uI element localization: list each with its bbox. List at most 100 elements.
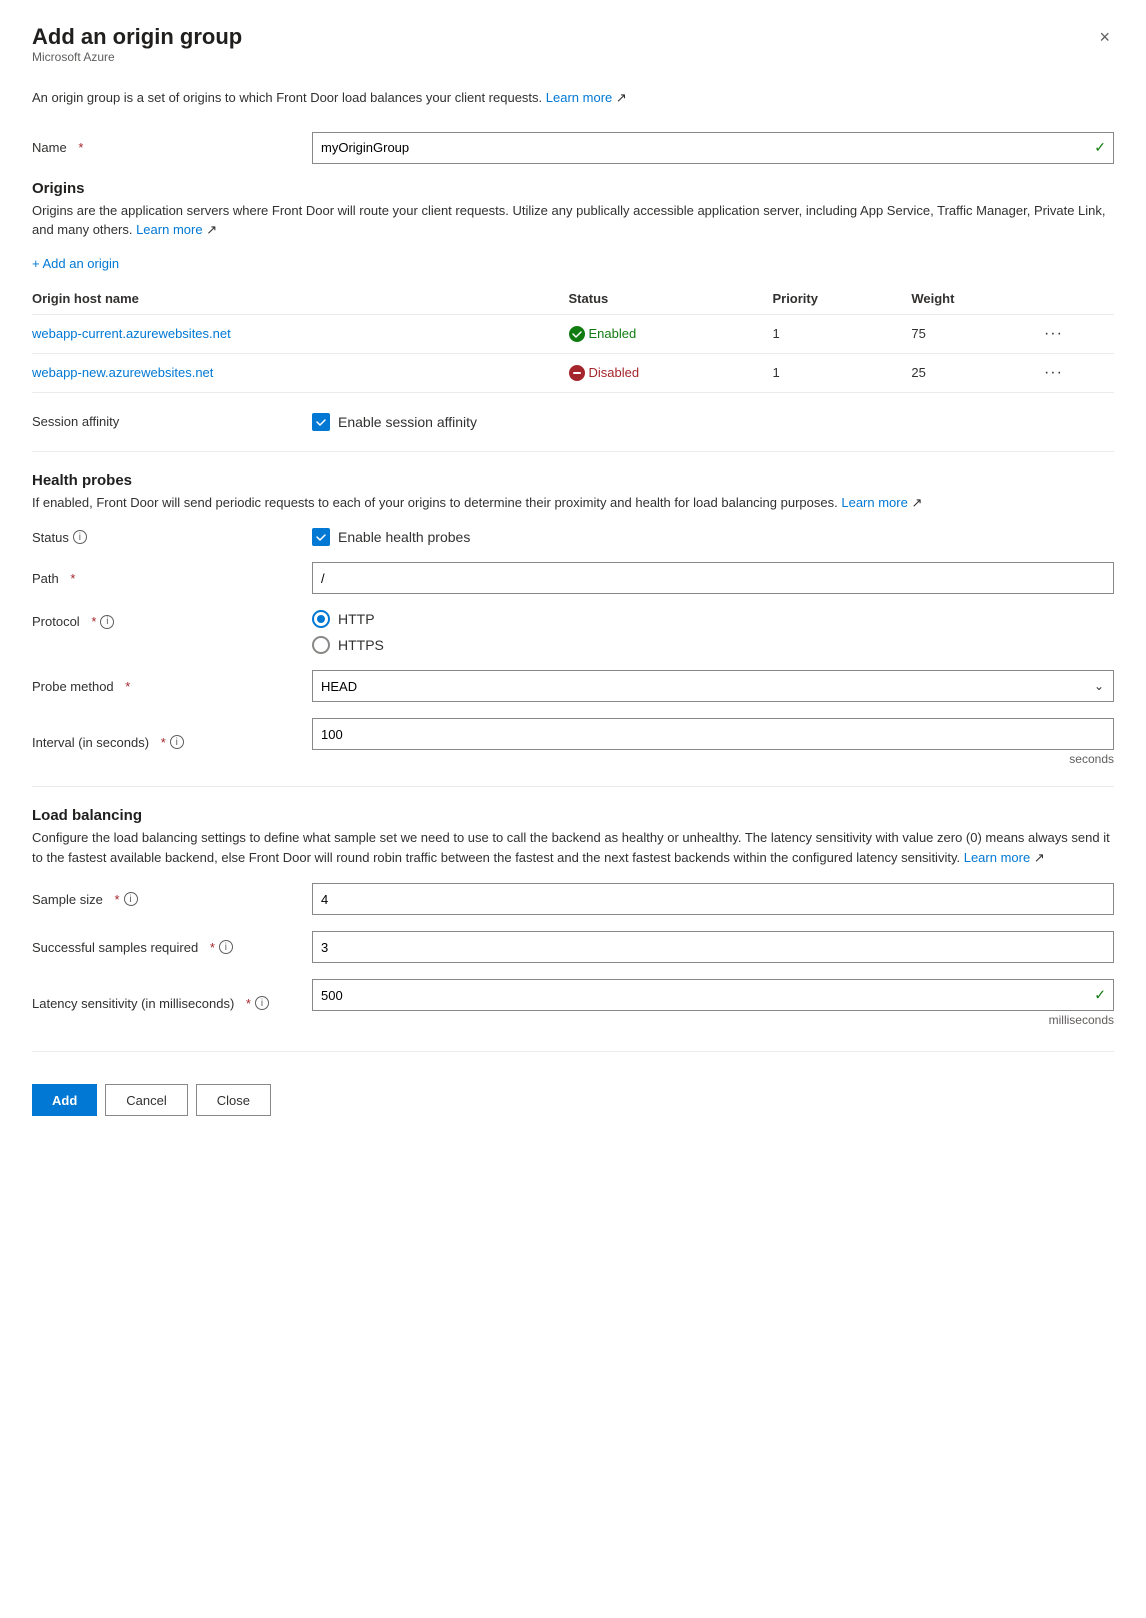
health-probe-checkbox-row: Enable health probes xyxy=(312,528,1114,546)
origin-host-link-1[interactable]: webapp-current.azurewebsites.net xyxy=(32,326,231,341)
add-button[interactable]: Add xyxy=(32,1084,97,1116)
load-balancing-description: Configure the load balancing settings to… xyxy=(32,828,1114,867)
load-balancing-title: Load balancing xyxy=(32,807,1114,824)
session-affinity-row: Session affinity Enable session affinity xyxy=(32,413,1114,431)
name-label: Name * xyxy=(32,140,312,155)
close-button[interactable]: Close xyxy=(196,1084,271,1116)
probe-method-select-wrapper: HEAD GET ⌄ xyxy=(312,670,1114,702)
protocol-required-star: * xyxy=(91,614,96,629)
health-probes-section: Health probes If enabled, Front Door wil… xyxy=(32,472,1114,767)
latency-required-star: * xyxy=(246,996,251,1011)
latency-input-wrapper: ✓ xyxy=(312,979,1114,1011)
col-status: Status xyxy=(569,283,773,315)
health-probe-path-label: Path * xyxy=(32,571,312,586)
check-circle-icon xyxy=(569,326,585,342)
health-probes-description: If enabled, Front Door will send periodi… xyxy=(32,493,1114,513)
successful-samples-input[interactable] xyxy=(312,931,1114,963)
origin-host-link-2[interactable]: webapp-new.azurewebsites.net xyxy=(32,365,213,380)
path-required-star: * xyxy=(70,571,75,586)
health-probe-protocol-label: Protocol * i xyxy=(32,610,312,629)
load-balancing-section: Load balancing Configure the load balanc… xyxy=(32,807,1114,1027)
sample-size-info-icon[interactable]: i xyxy=(124,892,138,906)
latency-row: Latency sensitivity (in milliseconds) * … xyxy=(32,979,1114,1027)
table-row: webapp-new.azurewebsites.net Disabled 1 … xyxy=(32,353,1114,392)
close-icon[interactable]: × xyxy=(1095,24,1114,50)
session-affinity-label: Session affinity xyxy=(32,414,312,429)
health-probe-protocol-row: Protocol * i HTTP HTTPS xyxy=(32,610,1114,654)
protocol-radio-group: HTTP HTTPS xyxy=(312,610,1114,654)
panel-title: Add an origin group xyxy=(32,24,242,50)
col-priority: Priority xyxy=(772,283,911,315)
status-enabled-1: Enabled xyxy=(569,326,765,342)
probe-method-label: Probe method * xyxy=(32,679,312,694)
sample-size-input[interactable] xyxy=(312,883,1114,915)
session-affinity-checkbox-label: Enable session affinity xyxy=(338,414,477,430)
health-probe-path-control xyxy=(312,562,1114,594)
health-probe-checkbox[interactable] xyxy=(312,528,330,546)
sample-size-label: Sample size * i xyxy=(32,892,312,907)
name-input-wrapper: ✓ xyxy=(312,132,1114,164)
radio-inner-dot xyxy=(317,615,325,623)
session-affinity-checkbox-row: Enable session affinity xyxy=(312,413,1114,431)
health-probes-title: Health probes xyxy=(32,472,1114,489)
row-more-button-2[interactable]: ··· xyxy=(1044,364,1063,382)
origins-description: Origins are the application servers wher… xyxy=(32,201,1114,240)
health-probe-path-input[interactable] xyxy=(312,562,1114,594)
interval-input[interactable] xyxy=(312,718,1114,750)
protocol-http-radio[interactable] xyxy=(312,610,330,628)
successful-samples-info-icon[interactable]: i xyxy=(219,940,233,954)
col-actions xyxy=(1044,283,1114,315)
cancel-button[interactable]: Cancel xyxy=(105,1084,187,1116)
protocol-info-icon[interactable]: i xyxy=(100,615,114,629)
health-probe-path-row: Path * xyxy=(32,562,1114,594)
load-balancing-learn-more-link[interactable]: Learn more xyxy=(964,850,1030,865)
health-probe-status-control: Enable health probes xyxy=(312,528,1114,546)
add-origin-group-panel: Add an origin group Microsoft Azure × An… xyxy=(0,0,1146,1148)
interval-control: seconds xyxy=(312,718,1114,766)
col-host: Origin host name xyxy=(32,283,569,315)
description-learn-more-link[interactable]: Learn more xyxy=(546,90,612,105)
session-affinity-control: Enable session affinity xyxy=(312,413,1114,431)
add-origin-button[interactable]: + Add an origin xyxy=(32,256,119,271)
latency-label: Latency sensitivity (in milliseconds) * … xyxy=(32,996,312,1011)
probe-method-control: HEAD GET ⌄ xyxy=(312,670,1114,702)
interval-label: Interval (in seconds) * i xyxy=(32,735,312,750)
interval-suffix: seconds xyxy=(312,752,1114,766)
table-row: webapp-current.azurewebsites.net Enabled… xyxy=(32,314,1114,353)
origins-table: Origin host name Status Priority Weight … xyxy=(32,283,1114,393)
health-probe-protocol-control: HTTP HTTPS xyxy=(312,610,1114,654)
name-field-control: ✓ xyxy=(312,132,1114,164)
name-required-star: * xyxy=(78,140,83,155)
health-probes-learn-more-link[interactable]: Learn more xyxy=(841,495,907,510)
health-probe-checkbox-label: Enable health probes xyxy=(338,529,470,545)
row-more-button-1[interactable]: ··· xyxy=(1044,325,1063,343)
latency-suffix: milliseconds xyxy=(312,1013,1114,1027)
probe-method-select[interactable]: HEAD GET xyxy=(312,670,1114,702)
panel-subtitle: Microsoft Azure xyxy=(32,50,242,64)
latency-input[interactable] xyxy=(312,979,1114,1011)
origins-learn-more-link[interactable]: Learn more xyxy=(136,222,202,237)
interval-row: Interval (in seconds) * i seconds xyxy=(32,718,1114,766)
status-info-icon[interactable]: i xyxy=(73,530,87,544)
origins-title: Origins xyxy=(32,180,1114,197)
probe-method-row: Probe method * HEAD GET ⌄ xyxy=(32,670,1114,702)
protocol-http-row[interactable]: HTTP xyxy=(312,610,1114,628)
name-input[interactable] xyxy=(312,132,1114,164)
protocol-https-radio[interactable] xyxy=(312,636,330,654)
footer: Add Cancel Close xyxy=(32,1051,1114,1116)
protocol-https-label: HTTPS xyxy=(338,637,384,653)
successful-samples-required-star: * xyxy=(210,940,215,955)
panel-description: An origin group is a set of origins to w… xyxy=(32,88,1114,108)
successful-samples-row: Successful samples required * i xyxy=(32,931,1114,963)
interval-info-icon[interactable]: i xyxy=(170,735,184,749)
sample-size-row: Sample size * i xyxy=(32,883,1114,915)
latency-info-icon[interactable]: i xyxy=(255,996,269,1010)
session-affinity-checkbox[interactable] xyxy=(312,413,330,431)
panel-header: Add an origin group Microsoft Azure × xyxy=(32,24,1114,84)
sample-size-required-star: * xyxy=(114,892,119,907)
checkmark-icon xyxy=(315,531,327,543)
protocol-https-row[interactable]: HTTPS xyxy=(312,636,1114,654)
protocol-http-label: HTTP xyxy=(338,611,375,627)
health-probe-status-label: Status i xyxy=(32,530,312,545)
sample-size-control xyxy=(312,883,1114,915)
